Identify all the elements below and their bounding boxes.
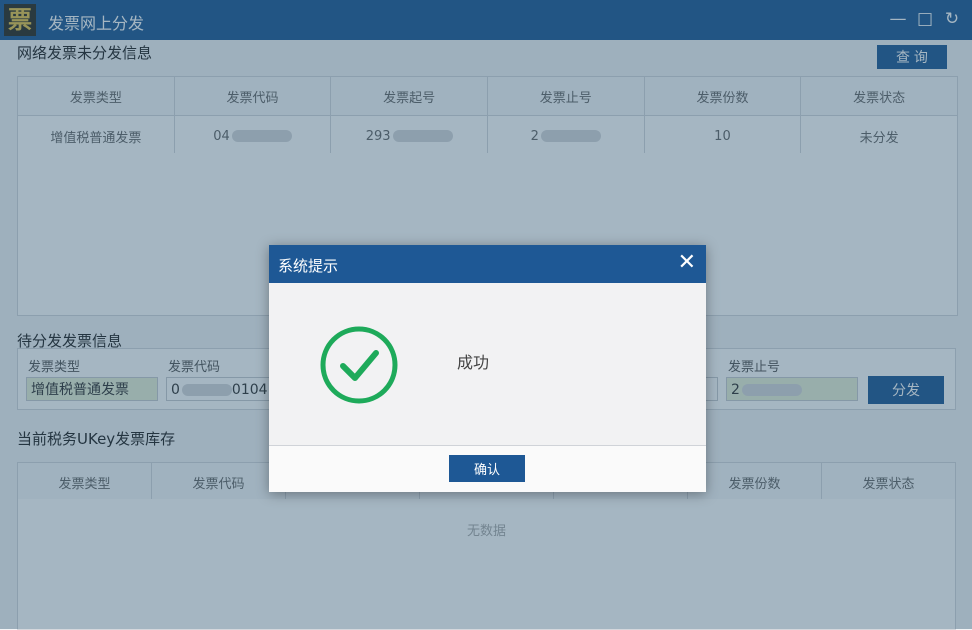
dialog-message: 成功 <box>457 353 490 372</box>
success-check-icon <box>320 326 398 404</box>
close-icon[interactable]: ✕ <box>678 250 696 276</box>
dialog-header: 系统提示 ✕ <box>269 245 706 283</box>
confirm-button[interactable]: 确认 <box>449 455 525 482</box>
dialog-footer: 确认 <box>269 446 706 492</box>
system-prompt-dialog: 系统提示 ✕ 成功 确认 <box>269 245 706 492</box>
dialog-title: 系统提示 <box>278 257 339 275</box>
